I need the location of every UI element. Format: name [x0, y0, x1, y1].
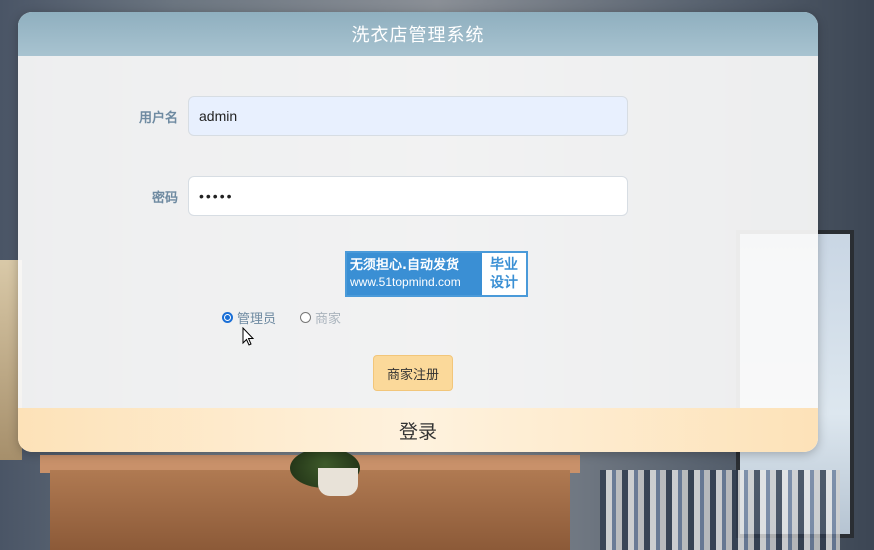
merchant-register-button[interactable]: 商家注册 [373, 355, 453, 391]
password-input[interactable]: ••••• [188, 176, 628, 216]
username-row: 用户名 admin [18, 96, 628, 136]
role-selector: 管理员 商家 [222, 308, 341, 327]
mouse-cursor-icon [242, 327, 255, 346]
background-clothes-rack [600, 470, 840, 550]
ad-right-bottom: 设计 [490, 275, 518, 291]
ad-banner-right: 毕业 设计 [482, 253, 526, 295]
ad-slogan: 无须担心.自动发货 [350, 258, 459, 273]
login-panel: 洗衣店管理系统 用户名 admin 密码 ••••• 无须担心.自动发货 www… [18, 12, 818, 452]
username-input[interactable]: admin [188, 96, 628, 136]
background-pot [318, 468, 358, 496]
password-row: 密码 ••••• [18, 176, 628, 216]
login-button[interactable]: 登录 [18, 408, 818, 452]
role-label-admin[interactable]: 管理员 [237, 308, 276, 327]
role-radio-merchant[interactable] [300, 312, 312, 323]
role-radio-admin[interactable] [222, 312, 233, 323]
page-title: 洗衣店管理系统 [18, 12, 818, 56]
ad-url: www.51topmind.com [350, 275, 461, 289]
role-label-merchant[interactable]: 商家 [315, 308, 341, 327]
ad-right-top: 毕业 [490, 257, 518, 273]
ad-banner-left: 无须担心.自动发货 www.51topmind.com [347, 253, 482, 295]
username-label: 用户名 [138, 110, 178, 126]
ad-banner[interactable]: 无须担心.自动发货 www.51topmind.com 毕业 设计 [345, 251, 528, 297]
password-label: 密码 [151, 190, 178, 206]
